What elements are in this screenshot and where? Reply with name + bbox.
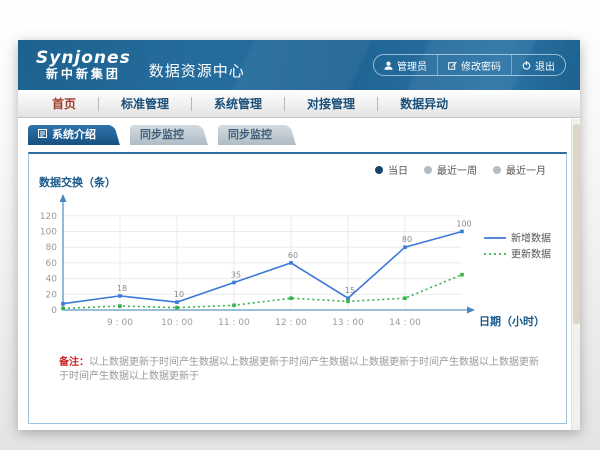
data-point xyxy=(460,273,464,277)
radio-dot xyxy=(424,166,432,174)
x-tick-label: 14 : 00 xyxy=(389,318,421,328)
data-point xyxy=(460,230,464,234)
point-label: 15 xyxy=(345,286,355,295)
tab-sync-monitor-1[interactable]: 同步监控 xyxy=(130,125,198,145)
radio-label: 最近一周 xyxy=(437,162,477,177)
tab-system-intro[interactable]: 系统介绍 xyxy=(28,125,110,145)
point-label: 35 xyxy=(231,271,241,280)
content-area: 系统介绍 同步监控 同步监控 数据交换（条） 当日 最近一周 xyxy=(18,118,580,429)
x-tick-label: 11 : 00 xyxy=(218,318,250,328)
point-label: 10 xyxy=(174,290,184,299)
y-axis-arrow xyxy=(60,194,67,202)
chart-panel: 数据交换（条） 当日 最近一周 最近一月 0 20 40 60 80 100 120 9 : … xyxy=(28,152,567,424)
y-tick-label: 40 xyxy=(46,275,58,285)
nav-item-home[interactable]: 首页 xyxy=(30,91,98,117)
y-axis-title: 数据交换（条） xyxy=(39,174,116,190)
radio-dot xyxy=(493,166,501,174)
radio-last-month[interactable]: 最近一月 xyxy=(493,162,546,177)
footnote-text: 以上数据更新于时间产生数据以上数据更新于时间产生数据以上数据更新于时间产生数据以… xyxy=(59,357,539,382)
data-point xyxy=(403,245,407,249)
data-point xyxy=(118,304,122,308)
y-tick-label: 20 xyxy=(46,290,58,300)
tab-bar: 系统介绍 同步监控 同步监控 xyxy=(18,118,580,145)
page-title: 数据资源中心 xyxy=(149,50,245,81)
document-icon xyxy=(38,125,47,145)
radio-today[interactable]: 当日 xyxy=(375,162,408,177)
point-label: 80 xyxy=(402,235,412,244)
data-point xyxy=(61,302,65,306)
data-point xyxy=(346,300,350,304)
x-tick-label: 13 : 00 xyxy=(332,318,364,328)
radio-last-week[interactable]: 最近一周 xyxy=(424,162,477,177)
data-point xyxy=(346,296,350,300)
main-nav: 首页 标准管理 系统管理 对接管理 数据异动 xyxy=(18,90,580,118)
user-icon xyxy=(384,61,393,70)
x-tick-label: 10 : 00 xyxy=(161,318,193,328)
data-point xyxy=(118,294,122,298)
scrollbar-thumb[interactable] xyxy=(573,124,580,324)
tab-sync-monitor-2[interactable]: 同步监控 xyxy=(218,125,286,145)
current-user-label: 管理员 xyxy=(397,58,427,73)
power-icon xyxy=(522,61,531,70)
scrollbar[interactable] xyxy=(571,119,580,430)
user-controls: 管理员 修改密码 退出 xyxy=(373,54,566,76)
nav-item-system-mgmt[interactable]: 系统管理 xyxy=(192,91,284,117)
y-tick-label: 100 xyxy=(40,228,57,238)
data-point xyxy=(175,306,179,310)
data-point xyxy=(289,296,293,300)
point-label: 18 xyxy=(117,284,127,293)
data-point xyxy=(232,303,236,307)
logo-text-cn: 新中新集团 xyxy=(36,68,131,81)
tab-label: 同步监控 xyxy=(140,125,184,145)
nav-item-standard-mgmt[interactable]: 标准管理 xyxy=(99,91,191,117)
legend-label: 更新数据 xyxy=(511,248,551,261)
footnote: 备注：以上数据更新于时间产生数据以上数据更新于时间产生数据以上数据更新于时间产生… xyxy=(59,356,539,384)
logout-button[interactable]: 退出 xyxy=(511,55,565,75)
nav-item-data-change[interactable]: 数据异动 xyxy=(378,91,470,117)
logout-label: 退出 xyxy=(535,58,555,73)
data-point xyxy=(403,296,407,300)
footnote-prefix: 备注： xyxy=(59,357,89,368)
company-logo: Synjones 新中新集团 xyxy=(36,50,131,80)
y-tick-label: 60 xyxy=(46,259,58,269)
y-tick-label: 80 xyxy=(46,243,58,253)
x-axis-arrow xyxy=(467,307,475,314)
data-point xyxy=(61,307,65,311)
change-password-button[interactable]: 修改密码 xyxy=(437,55,511,75)
app-window: Synjones 新中新集团 数据资源中心 管理员 修改密码 退出 xyxy=(18,40,580,430)
edit-icon xyxy=(448,61,457,70)
logo-text-en: Synjones xyxy=(36,50,131,68)
y-tick-label: 0 xyxy=(51,306,57,316)
x-tick-label: 9 : 00 xyxy=(107,318,133,328)
tab-label: 同步监控 xyxy=(228,125,272,145)
current-user-button[interactable]: 管理员 xyxy=(374,55,437,75)
nav-item-interface-mgmt[interactable]: 对接管理 xyxy=(285,91,377,117)
legend-label: 新增数据 xyxy=(511,232,551,245)
x-axis-title: 日期（小时） xyxy=(479,314,545,328)
y-tick-label: 120 xyxy=(40,212,57,222)
data-point xyxy=(175,300,179,304)
app-header: Synjones 新中新集团 数据资源中心 管理员 修改密码 退出 xyxy=(18,40,580,90)
data-point xyxy=(232,281,236,285)
change-password-label: 修改密码 xyxy=(461,58,501,73)
point-label: 100 xyxy=(456,220,471,229)
radio-label: 最近一月 xyxy=(506,162,546,177)
radio-label: 当日 xyxy=(388,162,408,177)
x-tick-label: 12 : 00 xyxy=(275,318,307,328)
data-point xyxy=(289,261,293,265)
point-label: 60 xyxy=(288,251,298,260)
tab-label: 系统介绍 xyxy=(52,125,96,145)
radio-dot-selected xyxy=(375,166,383,174)
time-range-selector: 当日 最近一周 最近一月 xyxy=(375,162,546,177)
